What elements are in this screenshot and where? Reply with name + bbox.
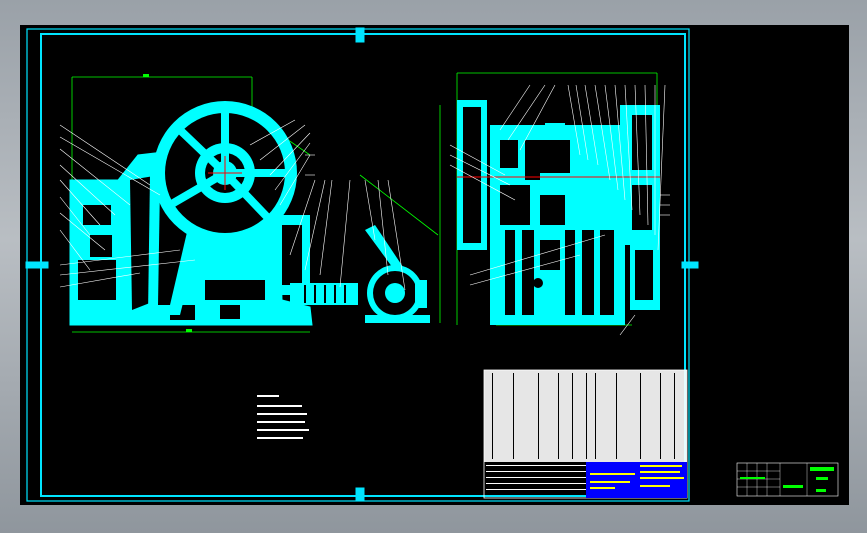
- cad-drawing-canvas: [20, 25, 849, 505]
- title-block: [586, 462, 687, 498]
- small-title-block: [736, 462, 839, 497]
- side-view-crusher: [439, 72, 670, 336]
- assembly-drawing: [25, 27, 839, 502]
- front-view-crusher: [59, 74, 439, 333]
- technical-notes: [257, 395, 309, 439]
